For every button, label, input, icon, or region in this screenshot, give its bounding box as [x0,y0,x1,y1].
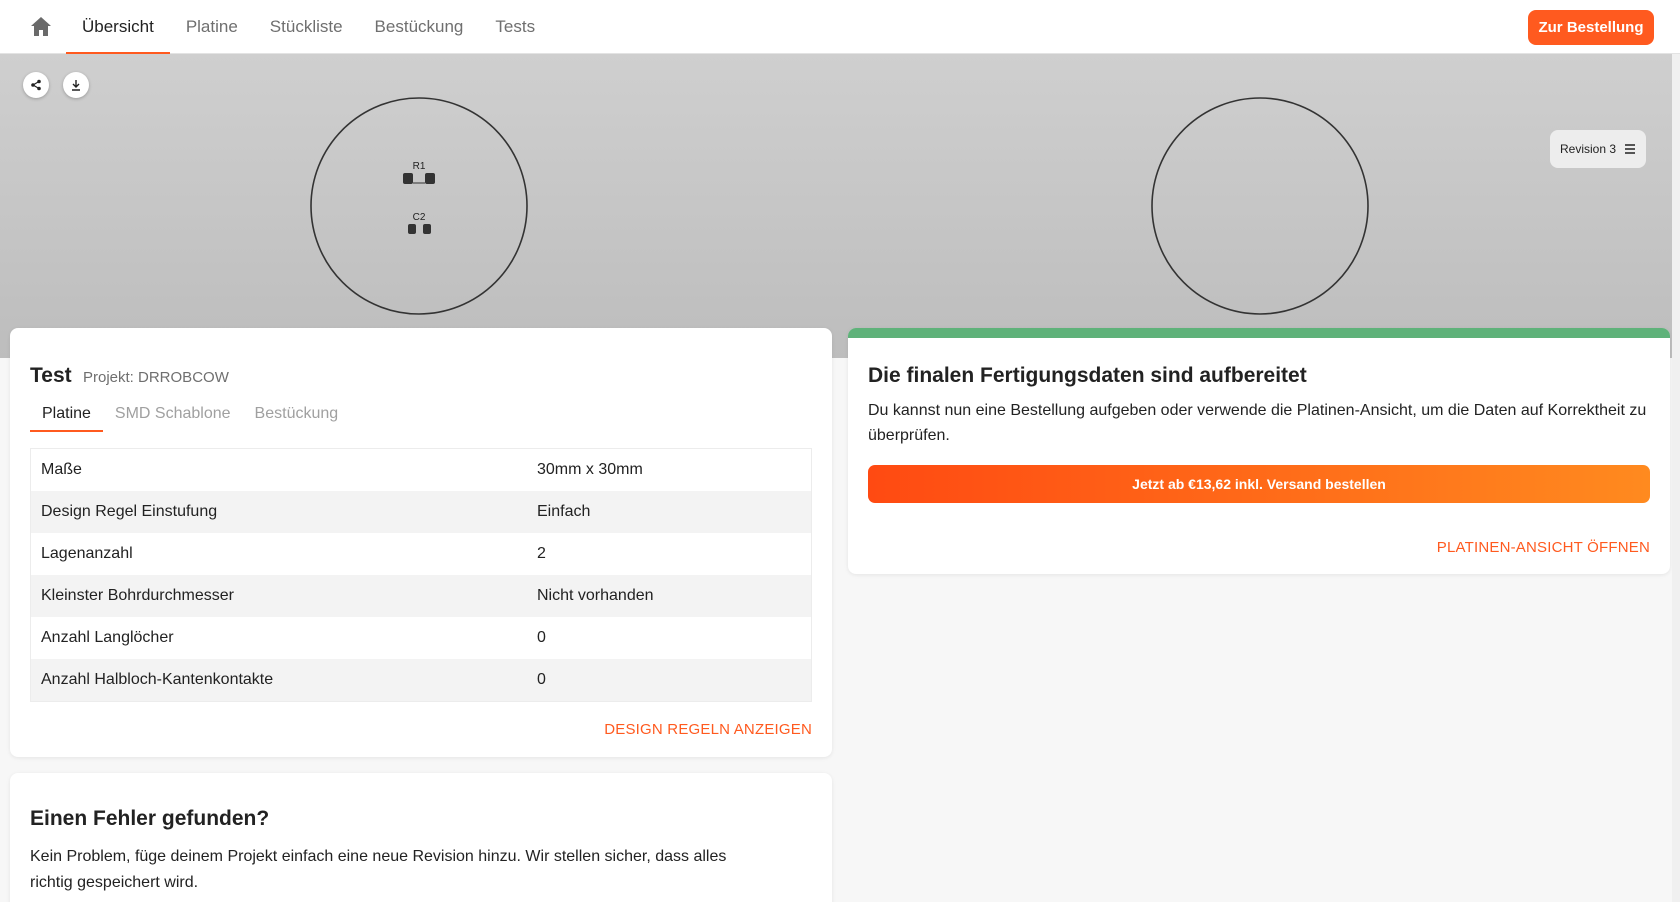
page-scrollbar[interactable] [1672,54,1680,902]
project-subtitle: Projekt: DRROBCOW [83,369,229,386]
status-card: Die finalen Fertigungsdaten sind aufbere… [848,328,1670,574]
home-icon[interactable] [29,16,53,38]
order-button[interactable]: Zur Bestellung [1528,10,1654,45]
table-row: Anzahl Langlöcher 0 [31,617,811,659]
component-label-c2: C2 [413,212,426,223]
spec-value: Einfach [537,503,591,520]
share-icon [31,79,41,91]
project-tabs: Platine SMD Schablone Bestückung [30,396,350,432]
table-row: Maße 30mm x 30mm [31,449,811,491]
spec-label: Maße [41,461,82,478]
pad-c2-2 [423,224,431,234]
pad-c2-1 [408,224,416,234]
open-board-view-link[interactable]: PLATINEN-ANSICHT ÖFFNEN [1437,539,1650,556]
project-title: Test [30,364,72,387]
menu-icon [1625,144,1636,154]
project-card: Test Projekt: DRROBCOW Platine SMD Schab… [10,328,832,757]
tab-stueckliste[interactable]: Stückliste [254,0,359,54]
pad-r1-2 [425,173,435,184]
top-navigation: Übersicht Platine Stückliste Bestückung … [0,0,1680,54]
spec-value: 2 [537,545,546,562]
spec-label: Design Regel Einstufung [41,503,218,520]
download-button[interactable] [63,72,89,98]
spec-label: Lagenanzahl [41,545,133,562]
error-title: Einen Fehler gefunden? [30,807,270,830]
table-row: Lagenanzahl 2 [31,533,811,575]
revision-selector[interactable]: Revision 3 [1550,130,1646,168]
main-tabs: Übersicht Platine Stückliste Bestückung … [66,0,551,54]
spec-value: 0 [537,629,546,646]
spec-table: Maße 30mm x 30mm Design Regel Einstufung… [30,448,812,702]
order-now-button[interactable]: Jetzt ab €13,62 inkl. Versand bestellen [868,465,1650,503]
tab-uebersicht[interactable]: Übersicht [66,0,170,54]
subtab-smd-schablone[interactable]: SMD Schablone [103,396,243,432]
share-button[interactable] [23,72,49,98]
status-title: Die finalen Fertigungsdaten sind aufbere… [868,364,1307,387]
spec-value: 0 [537,671,546,688]
status-text: Du kannst nun eine Bestellung aufgeben o… [868,402,1647,444]
subtab-platine[interactable]: Platine [30,396,103,432]
download-icon [72,80,80,91]
pcb-viewer: Revision 3 R1 C2 [0,54,1680,358]
error-card: Einen Fehler gefunden? Kein Problem, füg… [10,773,832,902]
revision-label: Revision 3 [1559,142,1617,156]
pad-r1-1 [403,173,413,184]
error-text: Kein Problem, füge deinem Projekt einfac… [30,848,727,891]
spec-value: 30mm x 30mm [537,461,643,478]
tab-tests[interactable]: Tests [479,0,551,54]
subtab-bestueckung[interactable]: Bestückung [243,396,351,432]
spec-label: Anzahl Langlöcher [41,629,174,646]
pcb-bottom-view[interactable] [1151,97,1369,315]
tab-bestueckung[interactable]: Bestückung [359,0,480,54]
pcb-top-view[interactable]: R1 C2 [310,97,528,315]
table-row: Design Regel Einstufung Einfach [31,491,811,533]
design-rules-link[interactable]: DESIGN REGELN ANZEIGEN [604,721,812,738]
table-row: Kleinster Bohrdurchmesser Nicht vorhande… [31,575,811,617]
component-label-r1: R1 [413,161,426,172]
spec-label: Kleinster Bohrdurchmesser [41,587,234,604]
status-indicator-bar [848,328,1670,338]
spec-value: Nicht vorhanden [537,587,654,604]
spec-label: Anzahl Halbloch-Kantenkontakte [41,671,274,688]
table-row: Anzahl Halbloch-Kantenkontakte 0 [31,659,811,701]
tab-platine[interactable]: Platine [170,0,254,54]
